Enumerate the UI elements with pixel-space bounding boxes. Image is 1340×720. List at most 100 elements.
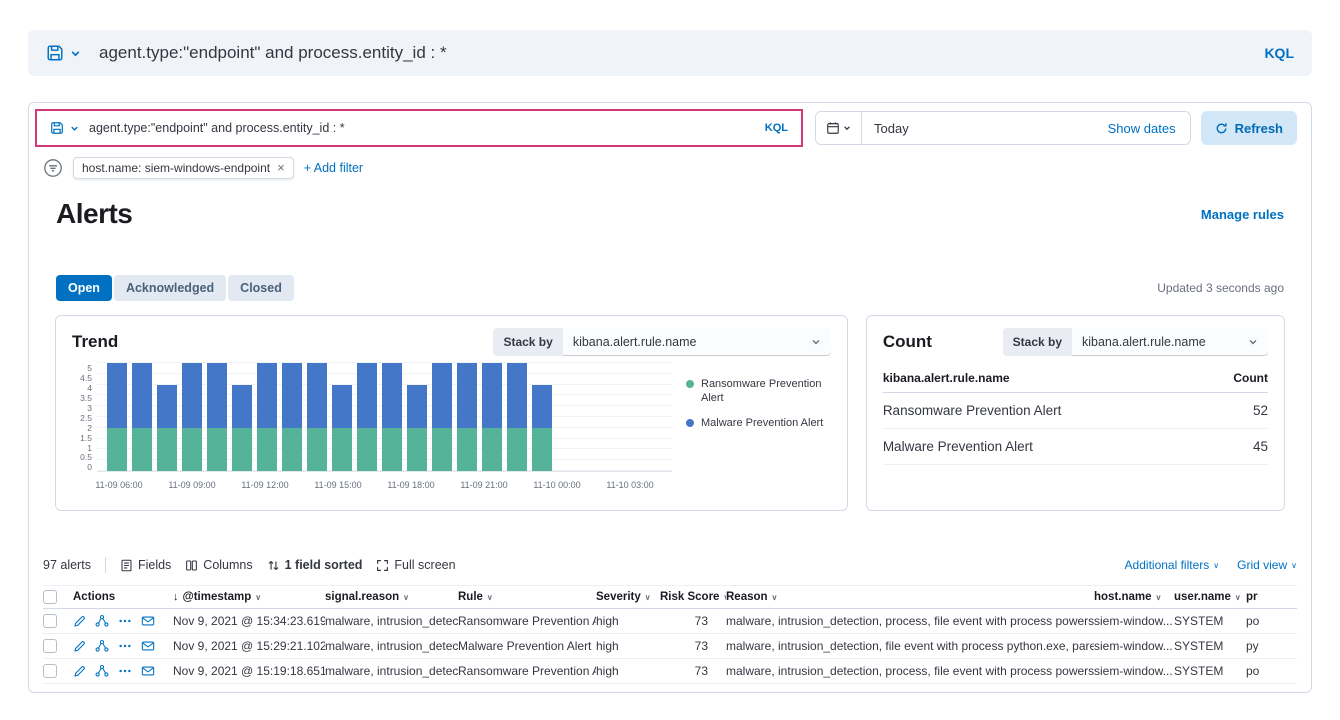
- kql-language-button[interactable]: KQL: [765, 122, 788, 134]
- trend-bar: [257, 363, 277, 471]
- cell-rule: Ransomware Prevention Al...: [458, 664, 596, 678]
- additional-filters-button[interactable]: Additional filters ∨: [1125, 558, 1220, 572]
- refresh-button[interactable]: Refresh: [1201, 111, 1297, 145]
- grid-view-button[interactable]: Grid view ∨: [1237, 558, 1297, 572]
- trend-stack-by-select[interactable]: kibana.alert.rule.name: [563, 328, 831, 356]
- y-tick-label: 5: [87, 364, 92, 373]
- sort-fields-button[interactable]: 1 field sorted: [267, 558, 363, 572]
- column-header-risk-score[interactable]: Risk Score ∨: [660, 591, 726, 603]
- more-actions-icon[interactable]: [118, 639, 132, 653]
- trend-bar: [482, 363, 502, 471]
- show-dates-button[interactable]: Show dates: [1108, 121, 1190, 136]
- app-query-bar[interactable]: agent.type:"endpoint" and process.entity…: [40, 113, 798, 143]
- legend-label: Malware Prevention Alert: [701, 417, 823, 431]
- saved-query-menu-button[interactable]: [46, 44, 81, 62]
- date-quick-select-button[interactable]: [816, 112, 862, 144]
- sort-icon: [267, 559, 280, 572]
- global-query-bar[interactable]: agent.type:"endpoint" and process.entity…: [28, 30, 1312, 76]
- x-tick-label: 11-09 15:00: [314, 480, 361, 490]
- legend-item[interactable]: Malware Prevention Alert: [686, 417, 831, 431]
- cell-reason: malware, intrusion_detection, process, f…: [726, 614, 1094, 628]
- columns-button[interactable]: Columns: [185, 558, 252, 572]
- saved-query-menu-button[interactable]: [50, 121, 79, 135]
- column-header-host-name[interactable]: host.name ∨: [1094, 591, 1174, 603]
- row-checkbox[interactable]: [43, 614, 57, 628]
- columns-label: Columns: [203, 558, 252, 572]
- cell-timestamp: Nov 9, 2021 @ 15:19:18.651: [173, 664, 325, 678]
- filter-bar: host.name: siem-windows-endpoint × + Add…: [43, 155, 1297, 181]
- tab-open[interactable]: Open: [56, 275, 112, 301]
- edit-alert-icon[interactable]: [73, 665, 86, 678]
- analyze-event-icon[interactable]: [95, 664, 109, 678]
- date-range-value[interactable]: Today: [862, 121, 1108, 136]
- tab-closed[interactable]: Closed: [228, 275, 294, 301]
- cell-reason: malware, intrusion_detection, file event…: [726, 639, 1094, 653]
- filter-options-icon[interactable]: [43, 158, 63, 178]
- chevron-down-icon: [70, 124, 79, 133]
- status-tabs: Open Acknowledged Closed: [56, 275, 294, 301]
- column-header-reason[interactable]: Reason ∨: [726, 591, 1094, 603]
- full-screen-button[interactable]: Full screen: [376, 558, 455, 572]
- x-tick-label: 11-09 21:00: [460, 480, 507, 490]
- trend-bar: [432, 363, 452, 471]
- analyze-event-icon[interactable]: [95, 639, 109, 653]
- legend-item[interactable]: Ransomware Prevention Alert: [686, 378, 831, 406]
- row-checkbox[interactable]: [43, 664, 57, 678]
- count-table-header-name[interactable]: kibana.alert.rule.name: [883, 371, 1010, 385]
- close-icon[interactable]: ×: [277, 163, 285, 173]
- additional-filters-label: Additional filters: [1125, 558, 1210, 572]
- column-header-signal-reason[interactable]: signal.reason ∨: [325, 591, 458, 603]
- trend-bar: [157, 385, 177, 471]
- stack-by-label: Stack by: [1003, 328, 1072, 356]
- chevron-down-icon: ∨: [255, 593, 261, 602]
- rule-count: 45: [1253, 439, 1268, 454]
- trend-y-axis: 54.543.532.521.510.50: [72, 364, 97, 472]
- select-all-checkbox[interactable]: [43, 590, 57, 604]
- cell-host-name: siem-window...: [1094, 614, 1174, 628]
- row-checkbox[interactable]: [43, 639, 57, 653]
- stack-by-value: kibana.alert.rule.name: [1082, 335, 1206, 349]
- fields-button[interactable]: Fields: [120, 558, 171, 572]
- date-picker[interactable]: Today Show dates: [815, 111, 1191, 145]
- edit-alert-icon[interactable]: [73, 640, 86, 653]
- legend-dot: [686, 419, 694, 427]
- more-actions-icon[interactable]: [118, 664, 132, 678]
- stack-by-value: kibana.alert.rule.name: [573, 335, 697, 349]
- column-header-severity[interactable]: Severity ∨: [596, 591, 660, 603]
- column-header-timestamp[interactable]: ↓ @timestamp ∨: [173, 591, 325, 603]
- column-header-rule[interactable]: Rule ∨: [458, 591, 596, 603]
- divider: [105, 557, 106, 573]
- more-actions-icon[interactable]: [118, 614, 132, 628]
- count-table-header-count[interactable]: Count: [1233, 371, 1268, 385]
- envelope-icon[interactable]: [141, 639, 155, 653]
- edit-alert-icon[interactable]: [73, 615, 86, 628]
- envelope-icon[interactable]: [141, 614, 155, 628]
- query-input[interactable]: agent.type:"endpoint" and process.entity…: [99, 43, 1264, 63]
- count-stack-by-select[interactable]: kibana.alert.rule.name: [1072, 328, 1268, 356]
- column-header-process[interactable]: pr: [1246, 591, 1297, 603]
- search-bar-row: agent.type:"endpoint" and process.entity…: [35, 109, 1297, 147]
- cell-rule: Ransomware Prevention Al...: [458, 614, 596, 628]
- add-filter-button[interactable]: + Add filter: [304, 161, 363, 175]
- analyze-event-icon[interactable]: [95, 614, 109, 628]
- trend-bar: [132, 363, 152, 471]
- column-header-user-name[interactable]: user.name ∨: [1174, 591, 1246, 603]
- y-tick-label: 1.5: [80, 434, 92, 443]
- envelope-icon[interactable]: [141, 664, 155, 678]
- kql-language-button[interactable]: KQL: [1264, 45, 1294, 61]
- trend-bar: [182, 363, 202, 471]
- cell-timestamp: Nov 9, 2021 @ 15:29:21.102: [173, 639, 325, 653]
- fields-icon: [120, 559, 133, 572]
- tab-acknowledged[interactable]: Acknowledged: [114, 275, 226, 301]
- fields-label: Fields: [138, 558, 171, 572]
- query-input[interactable]: agent.type:"endpoint" and process.entity…: [89, 121, 765, 135]
- alerts-table-toolbar: 97 alerts Fields Columns 1 field sorted: [43, 555, 1297, 575]
- count-stack-by-control: Stack by kibana.alert.rule.name: [1003, 328, 1268, 356]
- status-filter-row: Open Acknowledged Closed Updated 3 secon…: [43, 275, 1297, 301]
- manage-rules-link[interactable]: Manage rules: [1201, 207, 1284, 222]
- trend-bar: [532, 385, 552, 471]
- filter-pill[interactable]: host.name: siem-windows-endpoint ×: [73, 157, 294, 179]
- cell-rule: Malware Prevention Alert: [458, 639, 596, 653]
- alert-row: Nov 9, 2021 @ 15:34:23.619 malware, intr…: [43, 609, 1297, 634]
- fullscreen-icon: [376, 559, 389, 572]
